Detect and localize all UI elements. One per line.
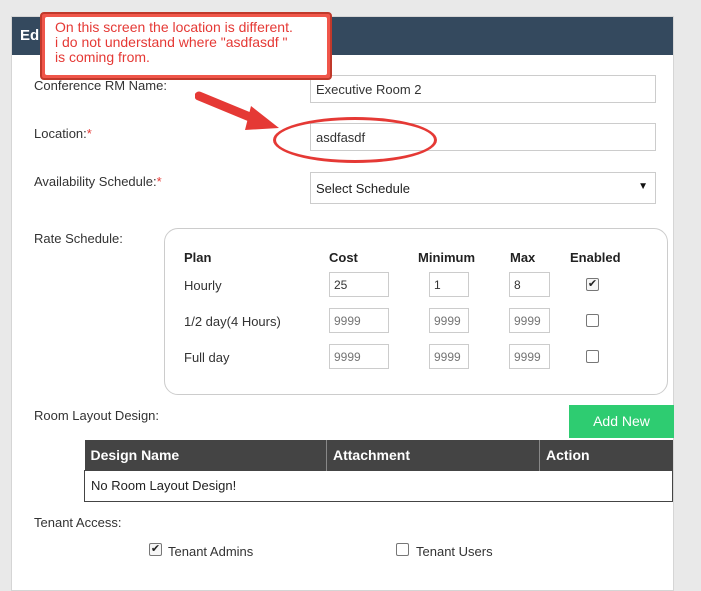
room-layout-label: Room Layout Design: [34,408,160,423]
rate-schedule-label: Rate Schedule: [34,231,123,246]
tenant-users-label: Tenant Users [416,544,493,559]
rate-hourly-enabled-checkbox[interactable]: ✔ [586,278,599,291]
col-action: Action [539,440,673,470]
rate-fullday-enabled-checkbox[interactable] [586,350,599,363]
annotation-highlight-ellipse [273,117,437,163]
rate-halfday-cost-input[interactable] [329,308,389,333]
rate-fullday-max-input[interactable] [509,344,550,369]
annotation-callout-body: On this screen the location is different… [45,17,327,75]
location-label: Location:* [34,126,92,141]
rate-halfday-max-input[interactable] [509,308,550,333]
annotation-line-2: i do not understand where "asdfasdf " [55,34,288,50]
rate-header-minimum: Minimum [418,250,476,265]
rate-schedule-label-text: Rate Schedule: [34,231,123,246]
conference-name-input[interactable] [310,75,656,103]
annotation-line-1: On this screen the location is different… [55,19,293,35]
tenant-admins-label: Tenant Admins [168,544,254,559]
rate-header-max: Max [510,250,536,265]
table-row: No Room Layout Design! [84,469,673,502]
rate-hourly-max-input[interactable] [509,272,550,297]
availability-select[interactable]: Select Schedule ▼ [310,172,656,204]
rate-row-plan-fullday: Full day [184,350,230,365]
rate-row-plan-hourly: Hourly [184,278,222,293]
required-mark: * [156,174,162,189]
availability-label: Availability Schedule:* [34,174,162,189]
rate-halfday-minimum-input[interactable] [429,308,469,333]
tenant-access-label: Tenant Access: [34,515,122,530]
col-attachment: Attachment [326,440,540,470]
rate-header-enabled: Enabled [570,250,621,265]
tenant-admins-checkbox[interactable]: ✔ [149,543,162,556]
layout-design-table: Design Name Attachment Action No Room La… [84,440,673,502]
rate-row-plan-halfday: 1/2 day(4 Hours) [184,314,281,329]
availability-label-text: Availability Schedule: [34,174,157,189]
rate-halfday-enabled-checkbox[interactable] [586,314,599,327]
empty-table-message: No Room Layout Design! [84,469,673,502]
availability-selected-value: Select Schedule [316,181,410,196]
tenant-users-checkbox[interactable] [396,543,409,556]
annotation-callout: On this screen the location is different… [40,12,332,80]
rate-hourly-cost-input[interactable] [329,272,389,297]
add-new-button[interactable]: Add New [569,405,674,438]
dropdown-caret-icon: ▼ [638,181,648,192]
annotation-arrow-icon [195,91,279,130]
rate-fullday-minimum-input[interactable] [429,344,469,369]
rate-header-cost: Cost [329,250,358,265]
conference-name-label: Conference RM Name: [34,78,167,93]
conference-name-label-text: Conference RM Name: [34,78,167,93]
required-mark: * [86,126,92,141]
rate-header-plan: Plan [184,250,212,265]
col-design-name: Design Name [84,440,327,470]
location-label-text: Location: [34,126,87,141]
rate-hourly-minimum-input[interactable] [429,272,469,297]
rate-fullday-cost-input[interactable] [329,344,389,369]
annotation-line-3: is coming from. [55,49,150,65]
